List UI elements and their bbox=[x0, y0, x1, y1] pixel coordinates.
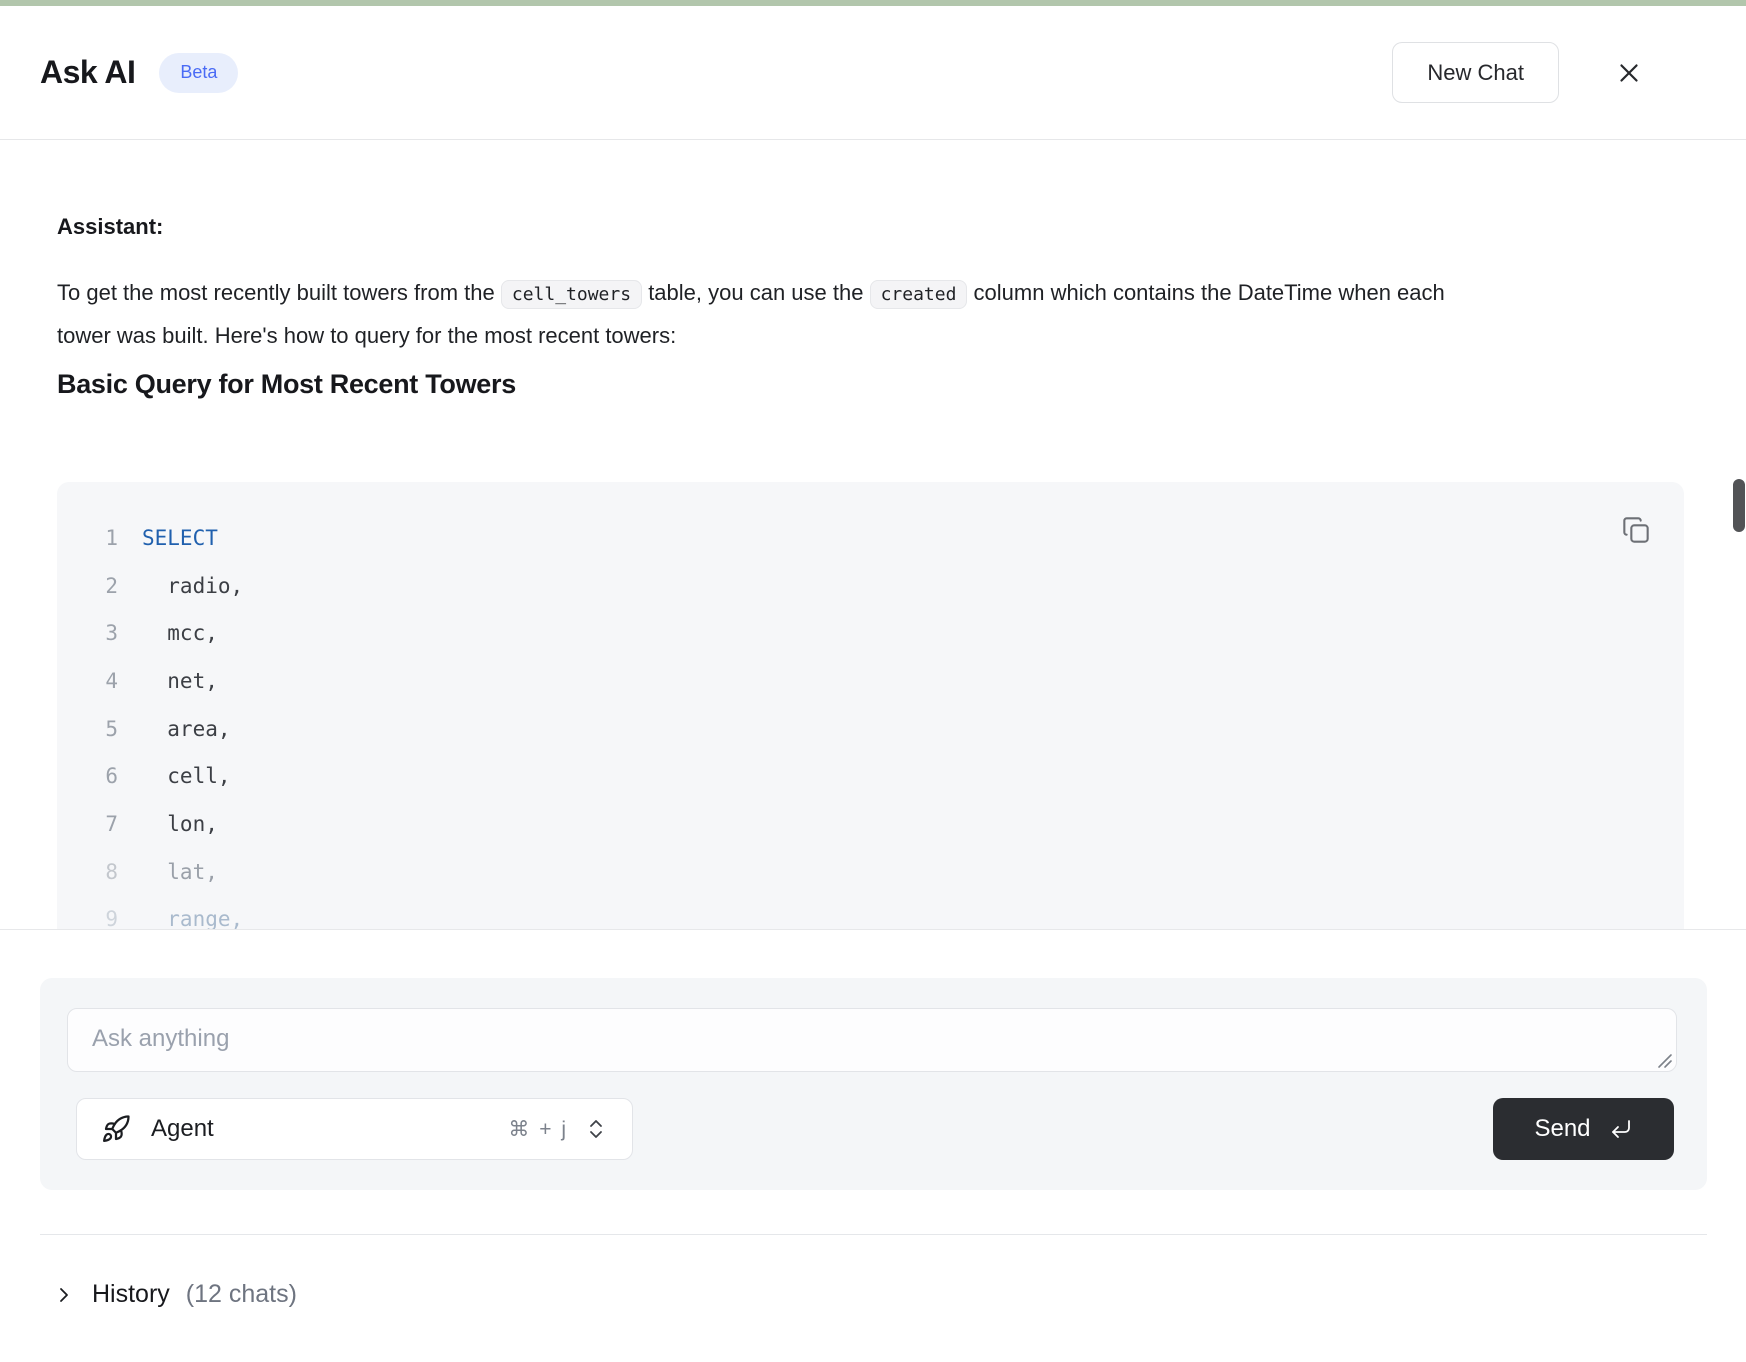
history-count: (12 chats) bbox=[186, 1280, 297, 1309]
beta-badge: Beta bbox=[159, 53, 238, 93]
history-label: History bbox=[92, 1280, 170, 1309]
keyboard-shortcut: ⌘ + j bbox=[508, 1117, 568, 1142]
code-line: 2 radio, bbox=[57, 562, 1684, 610]
code-line: 9 range, bbox=[57, 896, 1684, 931]
line-number: 7 bbox=[57, 812, 118, 836]
send-button-label: Send bbox=[1534, 1115, 1590, 1143]
paragraph-text: To get the most recently built towers fr… bbox=[57, 280, 501, 305]
scrollbar-thumb[interactable] bbox=[1733, 479, 1745, 532]
code-line: 5 area, bbox=[57, 705, 1684, 753]
new-chat-button[interactable]: New Chat bbox=[1392, 42, 1559, 103]
chevron-right-icon bbox=[52, 1283, 76, 1307]
composer: Agent ⌘ + j Send bbox=[40, 978, 1707, 1190]
line-number: 8 bbox=[57, 860, 118, 884]
page-title: Ask AI bbox=[40, 54, 135, 91]
rocket-icon bbox=[101, 1114, 131, 1144]
history-divider bbox=[40, 1234, 1707, 1235]
header-actions: New Chat bbox=[1392, 42, 1706, 103]
code-text: mcc, bbox=[118, 621, 218, 645]
code-lines: 1SELECT2 radio,3 mcc,4 net,5 area,6 cell… bbox=[57, 514, 1684, 930]
mode-selector-button[interactable]: Agent ⌘ + j bbox=[76, 1098, 633, 1160]
composer-toolbar: Agent ⌘ + j Send bbox=[40, 1098, 1707, 1160]
code-line: 1SELECT bbox=[57, 514, 1684, 562]
line-number: 9 bbox=[57, 907, 118, 930]
close-button[interactable] bbox=[1609, 53, 1649, 93]
code-line: 3 mcc, bbox=[57, 609, 1684, 657]
code-text: lon, bbox=[118, 812, 218, 836]
code-line: 4 net, bbox=[57, 657, 1684, 705]
section-heading: Basic Query for Most Recent Towers bbox=[57, 369, 516, 400]
inline-code-cell-towers: cell_towers bbox=[501, 280, 642, 309]
code-text: lat, bbox=[118, 860, 218, 884]
mode-label: Agent bbox=[151, 1115, 214, 1143]
code-line: 8 lat, bbox=[57, 848, 1684, 896]
chevrons-up-down-icon bbox=[584, 1117, 608, 1141]
inline-code-created: created bbox=[870, 280, 968, 309]
return-icon bbox=[1609, 1117, 1633, 1141]
code-text: net, bbox=[118, 669, 218, 693]
line-number: 6 bbox=[57, 764, 118, 788]
chat-messages-area[interactable]: Assistant: To get the most recently buil… bbox=[0, 141, 1746, 930]
line-number: 1 bbox=[57, 526, 118, 550]
line-number: 2 bbox=[57, 574, 118, 598]
code-text: area, bbox=[118, 717, 231, 741]
code-text: radio, bbox=[118, 574, 243, 598]
code-text: range, bbox=[118, 907, 243, 930]
code-line: 6 cell, bbox=[57, 752, 1684, 800]
line-number: 5 bbox=[57, 717, 118, 741]
panel-header: Ask AI Beta New Chat bbox=[0, 6, 1746, 140]
close-icon bbox=[1614, 58, 1644, 88]
mode-shortcut-group: ⌘ + j bbox=[508, 1117, 608, 1142]
assistant-role-label: Assistant: bbox=[57, 214, 163, 240]
code-text: SELECT bbox=[118, 526, 218, 550]
line-number: 4 bbox=[57, 669, 118, 693]
line-number: 3 bbox=[57, 621, 118, 645]
send-button[interactable]: Send bbox=[1493, 1098, 1674, 1160]
sql-code-block: 1SELECT2 radio,3 mcc,4 net,5 area,6 cell… bbox=[57, 482, 1684, 930]
paragraph-text: table, you can use the bbox=[642, 280, 870, 305]
ask-ai-panel: Ask AI Beta New Chat Assistant: To get t… bbox=[0, 0, 1746, 1362]
assistant-paragraph: To get the most recently built towers fr… bbox=[57, 272, 1497, 356]
copy-icon bbox=[1622, 516, 1650, 544]
code-line: 7 lon, bbox=[57, 800, 1684, 848]
chat-input[interactable] bbox=[67, 1008, 1677, 1072]
code-text: cell, bbox=[118, 764, 231, 788]
copy-code-button[interactable] bbox=[1621, 515, 1651, 545]
history-toggle[interactable]: History (12 chats) bbox=[52, 1280, 297, 1309]
